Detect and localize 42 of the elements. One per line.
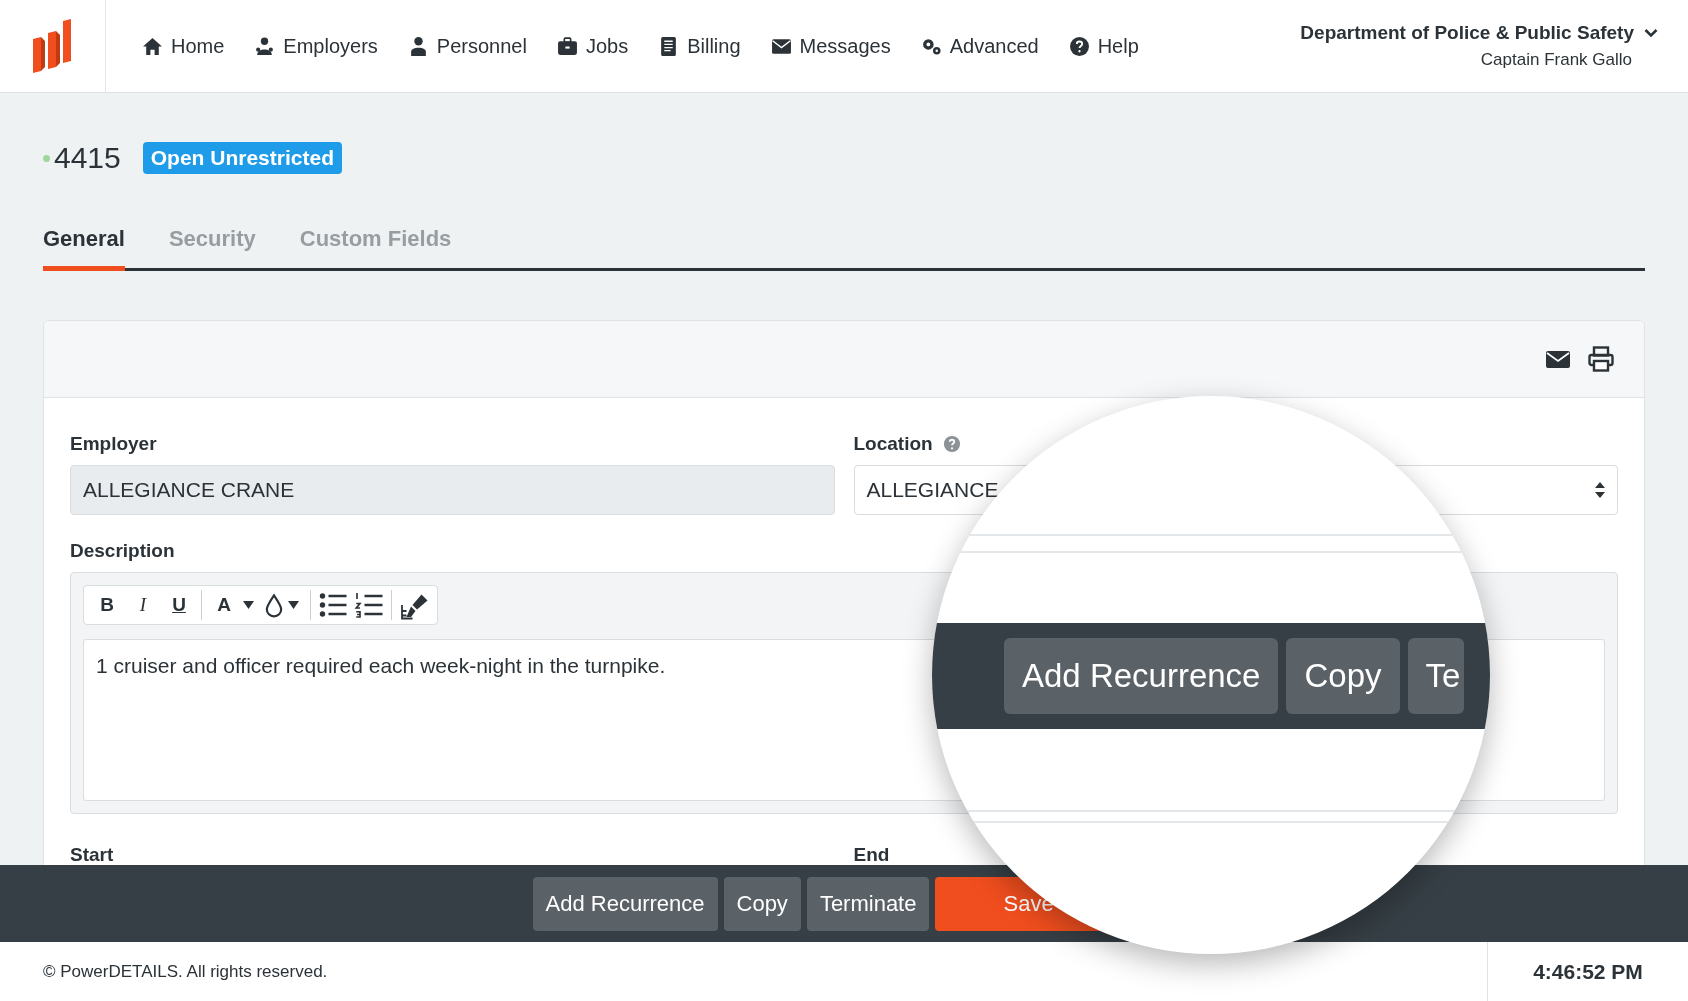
home-icon <box>142 35 163 57</box>
briefcase-icon <box>556 35 578 57</box>
status-dot <box>43 154 50 162</box>
field-label: End <box>853 844 890 865</box>
nav-link[interactable]: Jobs <box>556 34 629 58</box>
italic-button[interactable]: I <box>126 590 160 620</box>
bold-button[interactable]: B <box>90 590 124 620</box>
clock-time: 4:46:52 PM <box>1533 959 1643 984</box>
caret-icon[interactable] <box>243 601 254 609</box>
field-label: Description <box>70 540 175 562</box>
copyright-text: © PowerDETAILS. All rights reserved. <box>43 961 328 982</box>
action-button[interactable]: Add Recurrence <box>532 876 718 931</box>
nav-link[interactable]: Personnel <box>407 34 527 58</box>
nav-link[interactable]: Employers <box>254 34 378 58</box>
field-label: Location <box>853 433 933 455</box>
nav-link[interactable]: Billing <box>658 34 741 58</box>
help-icon[interactable] <box>942 435 961 453</box>
help-icon <box>1068 35 1090 57</box>
field-label: Employer <box>70 433 157 455</box>
action-button[interactable]: Copy <box>723 876 801 931</box>
action-button[interactable]: Terminate <box>806 876 930 931</box>
record-number: 4415 <box>54 141 121 175</box>
nav-link[interactable]: Help <box>1068 34 1139 58</box>
nav-link[interactable]: Advanced <box>920 34 1039 58</box>
nav-link[interactable]: Messages <box>770 34 891 58</box>
numbered-list-icon[interactable] <box>352 590 386 620</box>
status-badge: Open Unrestricted <box>142 142 342 174</box>
tab[interactable]: General <box>43 226 125 271</box>
sort-arrows-icon <box>1595 482 1605 498</box>
action-button[interactable]: Add Recurrence <box>1004 638 1279 714</box>
organization-name[interactable]: Department of Police & Public Safety <box>1300 22 1634 44</box>
font-color-button[interactable]: A <box>207 590 241 620</box>
people-icon <box>254 35 276 57</box>
underline-button[interactable]: U <box>162 590 196 620</box>
action-button[interactable]: Copy <box>1286 638 1400 714</box>
nav-link[interactable]: Home <box>142 34 225 58</box>
chevron-down-icon[interactable] <box>1644 28 1658 38</box>
user-name: Captain Frank Gallo <box>1480 50 1632 70</box>
printer-icon[interactable] <box>1588 346 1614 372</box>
field-label: Start <box>70 844 114 865</box>
action-button[interactable]: Te <box>1407 638 1465 714</box>
caret-icon[interactable] <box>288 601 299 609</box>
